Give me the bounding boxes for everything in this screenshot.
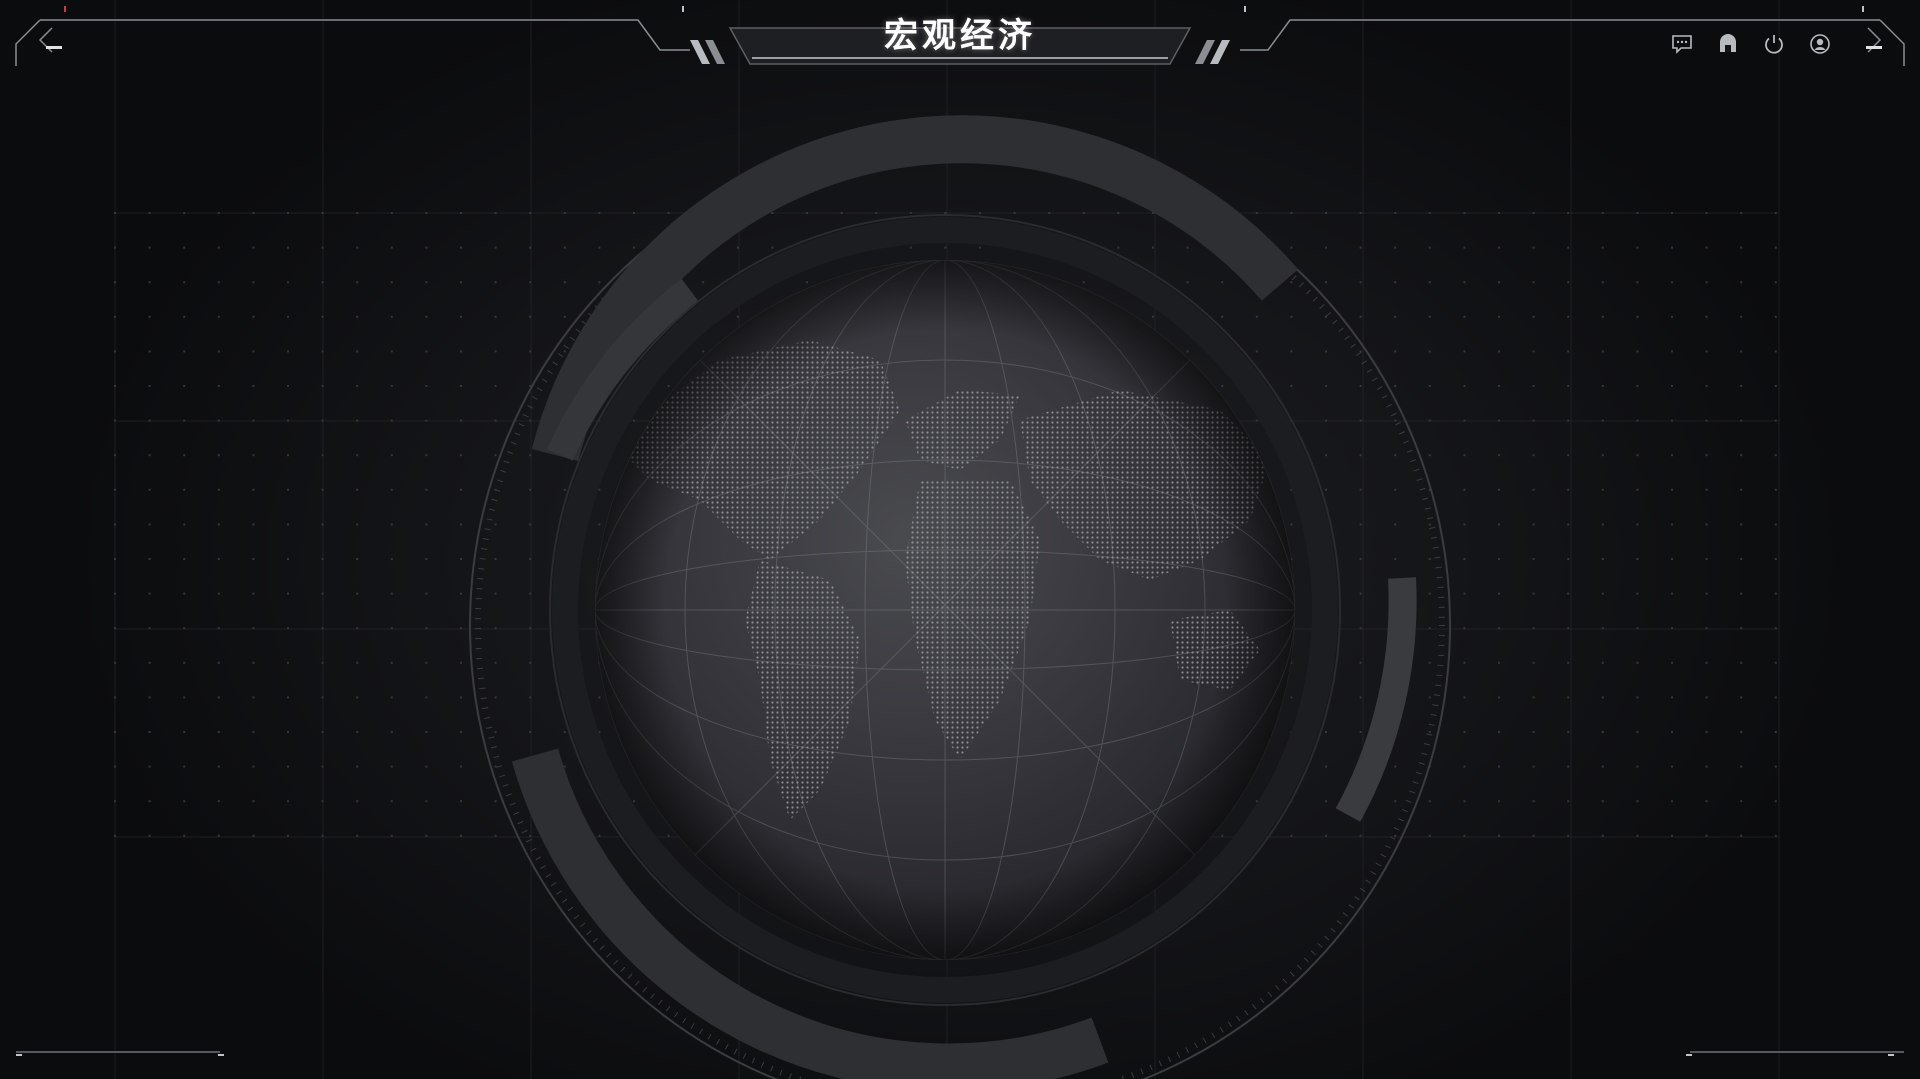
minus-icon (46, 46, 62, 49)
page-title: 宏观经济 (884, 16, 1036, 56)
top-toolbar (1666, 28, 1836, 60)
home-icon (1720, 34, 1736, 52)
minus-icon (1866, 46, 1882, 49)
right-minimize-button[interactable] (1862, 38, 1886, 56)
left-minimize-button[interactable] (42, 38, 66, 56)
user-button[interactable] (1804, 28, 1836, 60)
dashboard-stage: 宏观经济 (0, 0, 1920, 1079)
power-button[interactable] (1758, 28, 1790, 60)
globe-visual (469, 115, 1451, 1079)
home-button[interactable] (1712, 28, 1744, 60)
user-icon (1810, 34, 1830, 54)
power-icon (1765, 35, 1783, 54)
arc-right (1335, 577, 1417, 822)
message-icon (1672, 35, 1692, 54)
message-button[interactable] (1666, 28, 1698, 60)
